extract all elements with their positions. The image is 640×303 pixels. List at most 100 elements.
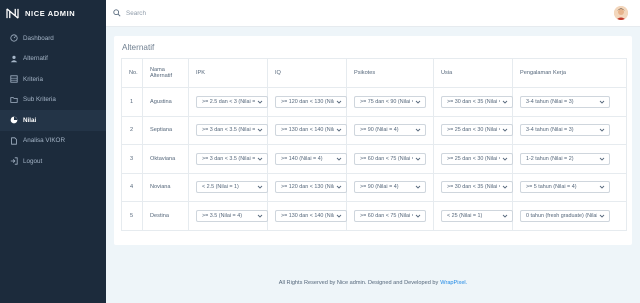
row-name: Septiana — [142, 115, 189, 145]
search-input[interactable] — [126, 9, 326, 17]
cell-ipk: >= 3 dan < 3.5 (Nilai = 3) — [188, 115, 268, 145]
cell-psikotes: >= 60 dan < 75 (Nilai = 2) — [346, 201, 434, 231]
row-number: 1 — [121, 87, 143, 117]
select-psikotes[interactable]: >= 60 dan < 75 (Nilai = 2) — [354, 152, 426, 165]
sidebar-item-logout[interactable]: Logout — [0, 151, 106, 172]
row-number: 4 — [121, 172, 143, 202]
select-pengalaman[interactable]: 1-2 tahun (Nilai = 2) — [520, 152, 610, 165]
select-usia[interactable]: >= 25 dan < 30 (Nilai = 2) — [441, 124, 513, 137]
sidebar-item-dashboard[interactable]: Dashboard — [0, 28, 106, 49]
select-iq[interactable]: >= 130 dan < 140 (Nilai = 3) — [275, 209, 347, 222]
folder-icon — [9, 95, 18, 104]
sidebar-item-analisa-vikor[interactable]: Analisa VIKOR — [0, 131, 106, 152]
avatar[interactable] — [614, 6, 628, 20]
values-card: Alternatif No. Nama Alternatif IPK IQ Ps… — [114, 36, 632, 245]
col-header-ipk: IPK — [188, 58, 268, 88]
brand-name: NICE ADMIN — [25, 9, 76, 18]
select-value: >= 3 dan < 3.5 (Nilai = 3) — [202, 155, 255, 162]
cell-pengalaman: 3-4 tahun (Nilai = 3) — [512, 87, 627, 117]
chevron-down-icon — [500, 156, 508, 162]
search-icon — [113, 9, 121, 17]
chevron-down-icon — [413, 99, 421, 105]
table-row: 5 Destina >= 3.5 (Nilai = 4) >= 130 dan < 1… — [121, 201, 627, 231]
sidebar-item-label: Alternatif — [23, 55, 48, 63]
select-pengalaman[interactable]: 3-4 tahun (Nilai = 3) — [520, 95, 610, 108]
sidebar-item-alternatif[interactable]: Alternatif — [0, 49, 106, 70]
select-psikotes[interactable]: >= 60 dan < 75 (Nilai = 2) — [354, 209, 426, 222]
users-icon — [9, 54, 18, 63]
table-header-row: No. Nama Alternatif IPK IQ Psikotes Usia… — [121, 58, 627, 88]
select-ipk[interactable]: >= 3 dan < 3.5 (Nilai = 3) — [196, 152, 268, 165]
row-name: Destina — [142, 201, 189, 231]
table-row: 2Septiana >= 3 dan < 3.5 (Nilai = 3) >= 13… — [121, 115, 627, 145]
select-ipk[interactable]: < 2.5 (Nilai = 1) — [196, 181, 268, 194]
layers-icon — [9, 75, 18, 84]
select-value: >= 5 tahun (Nilai = 4) — [526, 184, 577, 191]
select-value: 3-4 tahun (Nilai = 3) — [526, 98, 574, 105]
select-value: >= 90 (Nilai = 4) — [360, 127, 399, 134]
select-iq[interactable]: >= 140 (Nilai = 4) — [275, 152, 347, 165]
chevron-down-icon — [255, 127, 263, 133]
col-header-iq: IQ — [267, 58, 347, 88]
select-value: >= 3 dan < 3.5 (Nilai = 3) — [202, 127, 255, 134]
sidebar-item-label: Analisa VIKOR — [23, 137, 65, 145]
chevron-down-icon — [413, 184, 421, 190]
cell-pengalaman: 1-2 tahun (Nilai = 2) — [512, 144, 627, 174]
select-pengalaman[interactable]: >= 5 tahun (Nilai = 4) — [520, 181, 610, 194]
cell-pengalaman: >= 5 tahun (Nilai = 4) — [512, 172, 627, 202]
row-number: 2 — [121, 115, 143, 145]
sidebar: NICE ADMIN Dashboard Alternatif Kriteria… — [0, 0, 106, 303]
card-title: Alternatif — [122, 43, 155, 52]
chevron-down-icon — [500, 213, 508, 219]
row-name: Agustina — [142, 87, 189, 117]
select-value: >= 130 dan < 140 (Nilai = 3) — [281, 127, 334, 134]
chevron-down-icon — [334, 213, 342, 219]
footer-link[interactable]: WrapPixel. — [440, 280, 467, 286]
chevron-down-icon — [413, 127, 421, 133]
select-usia[interactable]: >= 25 dan < 30 (Nilai = 2) — [441, 152, 513, 165]
cell-iq: >= 120 dan < 130 (Nilai = 2) — [267, 87, 347, 117]
select-ipk[interactable]: >= 3.5 (Nilai = 4) — [196, 209, 268, 222]
col-header-name: Nama Alternatif — [142, 58, 189, 88]
cell-iq: >= 130 dan < 140 (Nilai = 3) — [267, 115, 347, 145]
select-psikotes[interactable]: >= 90 (Nilai = 4) — [354, 181, 426, 194]
sidebar-item-sub-kriteria[interactable]: Sub Kriteria — [0, 90, 106, 111]
cell-ipk: >= 3 dan < 3.5 (Nilai = 3) — [188, 144, 268, 174]
cell-iq: >= 130 dan < 140 (Nilai = 3) — [267, 201, 347, 231]
chevron-down-icon — [334, 127, 342, 133]
cell-usia: >= 25 dan < 30 (Nilai = 2) — [433, 115, 513, 145]
sidebar-item-kriteria[interactable]: Kriteria — [0, 69, 106, 90]
select-psikotes[interactable]: >= 90 (Nilai = 4) — [354, 124, 426, 137]
row-number: 5 — [121, 201, 143, 231]
file-icon — [9, 136, 18, 145]
select-value: >= 2.5 dan < 3 (Nilai = 2) — [202, 98, 255, 105]
select-usia[interactable]: >= 30 dan < 35 (Nilai = 3) — [441, 95, 513, 108]
select-usia[interactable]: < 25 (Nilai = 1) — [441, 209, 513, 222]
col-header-pengalaman: Pengalaman Kerja — [512, 58, 627, 88]
select-ipk[interactable]: >= 2.5 dan < 3 (Nilai = 2) — [196, 95, 268, 108]
cell-iq: >= 140 (Nilai = 4) — [267, 144, 347, 174]
cell-iq: >= 120 dan < 130 (Nilai = 2) — [267, 172, 347, 202]
select-value: >= 140 (Nilai = 4) — [281, 155, 323, 162]
select-value: >= 90 (Nilai = 4) — [360, 184, 399, 191]
row-name: Noviana — [142, 172, 189, 202]
chevron-down-icon — [413, 156, 421, 162]
select-usia[interactable]: >= 30 dan < 35 (Nilai = 3) — [441, 181, 513, 194]
select-iq[interactable]: >= 120 dan < 130 (Nilai = 2) — [275, 181, 347, 194]
search-box[interactable] — [113, 9, 326, 17]
select-pengalaman[interactable]: 0 tahun (fresh graduate) (Nilai = 1) — [520, 209, 610, 222]
select-value: >= 30 dan < 35 (Nilai = 3) — [447, 184, 500, 191]
select-value: >= 30 dan < 35 (Nilai = 3) — [447, 98, 500, 105]
select-value: >= 130 dan < 140 (Nilai = 3) — [281, 212, 334, 219]
select-pengalaman[interactable]: 3-4 tahun (Nilai = 3) — [520, 124, 610, 137]
cell-usia: < 25 (Nilai = 1) — [433, 201, 513, 231]
select-iq[interactable]: >= 120 dan < 130 (Nilai = 2) — [275, 95, 347, 108]
select-iq[interactable]: >= 130 dan < 140 (Nilai = 3) — [275, 124, 347, 137]
select-ipk[interactable]: >= 3 dan < 3.5 (Nilai = 3) — [196, 124, 268, 137]
sidebar-item-label: Logout — [23, 157, 43, 165]
select-value: >= 25 dan < 30 (Nilai = 2) — [447, 155, 500, 162]
brand[interactable]: NICE ADMIN — [0, 0, 106, 27]
sidebar-item-nilai[interactable]: Nilai — [0, 110, 106, 131]
select-value: >= 120 dan < 130 (Nilai = 2) — [281, 98, 334, 105]
select-psikotes[interactable]: >= 75 dan < 90 (Nilai = 3) — [354, 95, 426, 108]
